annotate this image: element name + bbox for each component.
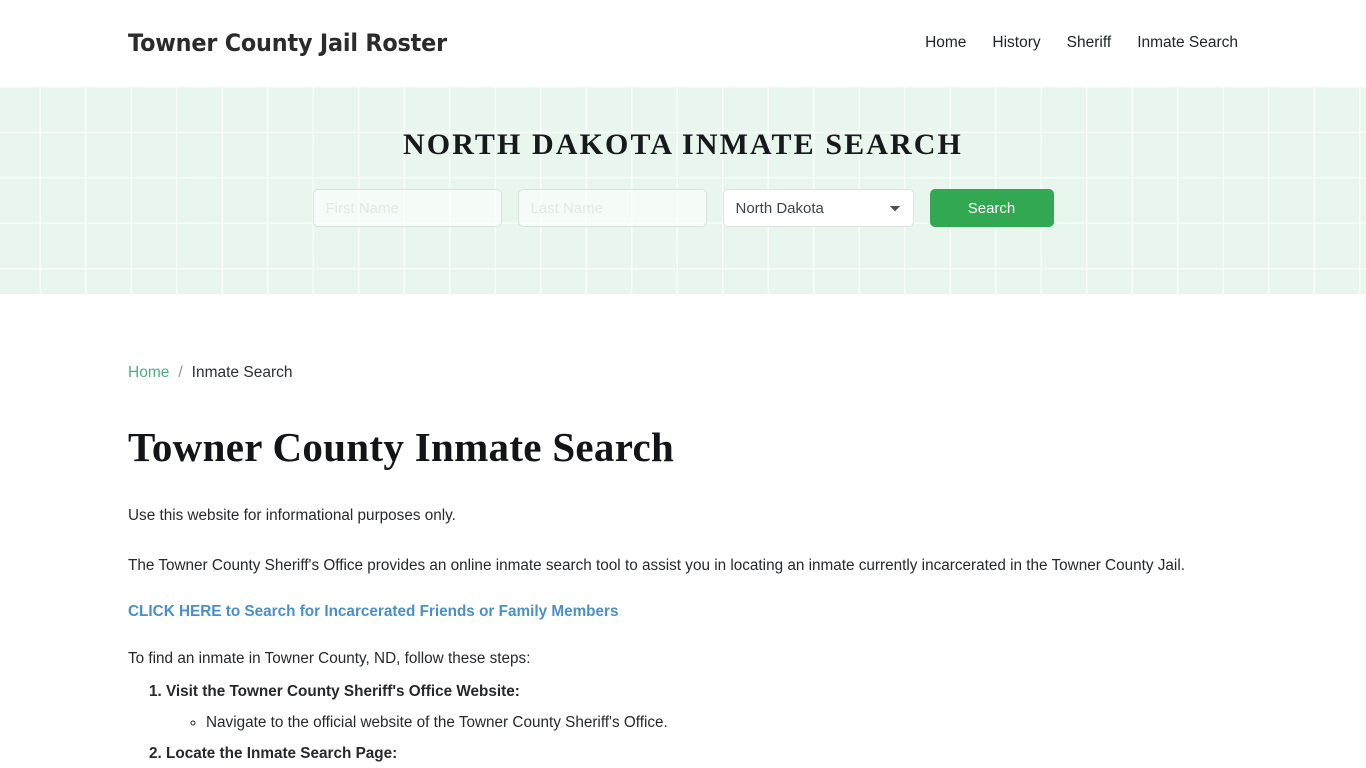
inmate-search-form: North Dakota Search: [312, 189, 1054, 227]
hero-search-section: NORTH DAKOTA INMATE SEARCH North Dakota …: [0, 86, 1366, 294]
description-paragraph: The Towner County Sheriff's Office provi…: [128, 556, 1185, 574]
first-name-input[interactable]: [312, 189, 502, 227]
list-item: Navigate to the official website of the …: [206, 711, 1238, 735]
nav-item-history[interactable]: History: [992, 34, 1040, 52]
search-button[interactable]: Search: [929, 189, 1054, 227]
breadcrumb-current: Inmate Search: [191, 364, 293, 381]
nav-item-home[interactable]: Home: [925, 34, 966, 52]
list-item: Locate the Inmate Search Page:: [166, 742, 1238, 766]
steps-intro-paragraph: To find an inmate in Towner County, ND, …: [128, 650, 531, 668]
page-title: Towner County Inmate Search: [128, 424, 675, 470]
site-header: Towner County Jail Roster Home History S…: [0, 0, 1366, 86]
site-brand-link[interactable]: Towner County Jail Roster: [128, 29, 447, 57]
inmate-search-cta-link[interactable]: CLICK HERE to Search for Incarcerated Fr…: [128, 603, 619, 621]
steps-list: Visit the Towner County Sheriff's Office…: [128, 680, 1238, 766]
breadcrumb-separator: /: [178, 364, 183, 381]
list-item: Visit the Towner County Sheriff's Office…: [166, 680, 1238, 735]
state-select[interactable]: North Dakota: [722, 189, 914, 227]
breadcrumb-home-link[interactable]: Home: [128, 364, 169, 382]
step-label: Locate the Inmate Search Page:: [166, 745, 398, 763]
step-label: Visit the Towner County Sheriff's Office…: [166, 683, 520, 701]
step-sub-list: Navigate to the official website of the …: [166, 711, 1238, 735]
main-content: Home / Inmate Search Towner County Inmat…: [0, 294, 1366, 767]
nav-item-inmate-search[interactable]: Inmate Search: [1137, 34, 1238, 52]
hero-title: NORTH DAKOTA INMATE SEARCH: [403, 128, 963, 161]
intro-paragraph: Use this website for informational purpo…: [128, 507, 456, 524]
nav-item-sheriff[interactable]: Sheriff: [1067, 34, 1112, 52]
last-name-input[interactable]: [517, 189, 707, 227]
breadcrumb: Home / Inmate Search: [128, 294, 1238, 382]
main-navigation: Home History Sheriff Inmate Search: [925, 34, 1238, 52]
